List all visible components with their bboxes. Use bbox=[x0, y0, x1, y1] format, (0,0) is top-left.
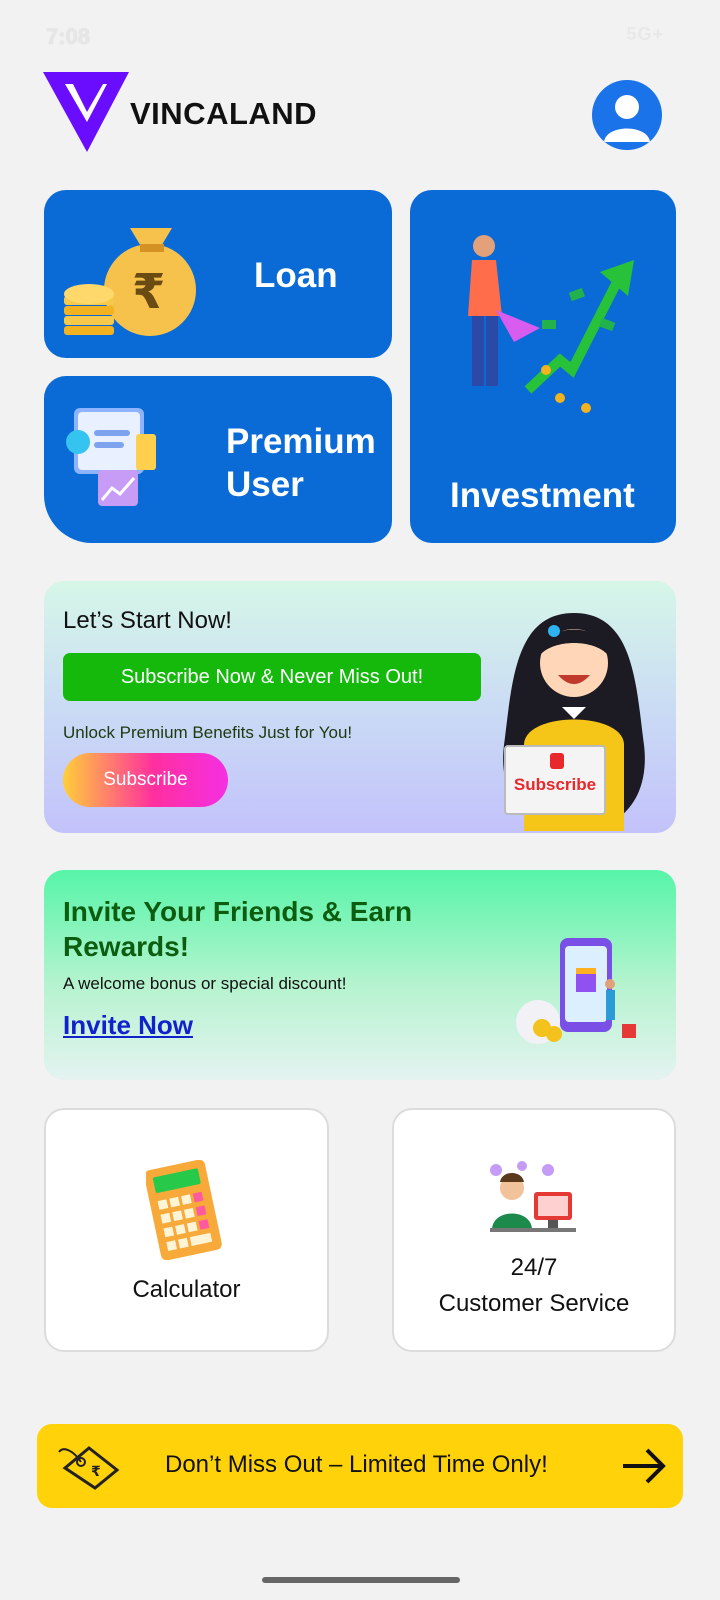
subscribe-tagline: Unlock Premium Benefits Just for You! bbox=[63, 723, 353, 742]
subscribe-now-button[interactable]: Subscribe Now & Never Miss Out! bbox=[63, 653, 481, 701]
customer-service-label: 24/7 Customer Service bbox=[394, 1250, 674, 1322]
status-network: 5G+ bbox=[626, 24, 664, 45]
calculator-card[interactable]: Calculator bbox=[44, 1108, 329, 1352]
status-bar: 7:08 5G+ bbox=[0, 0, 720, 80]
loan-label: Loan bbox=[254, 256, 338, 295]
subscribe-button[interactable]: Subscribe bbox=[63, 753, 228, 807]
subscribe-sign-text: Subscribe bbox=[513, 775, 597, 794]
svg-text:₹: ₹ bbox=[91, 1464, 101, 1480]
subscribe-sign: Subscribe bbox=[504, 745, 606, 815]
service-name: Customer Service bbox=[438, 1290, 630, 1317]
invite-subtitle: A welcome bonus or special discount! bbox=[63, 974, 347, 993]
subscribe-heading: Let’s Start Now! bbox=[63, 607, 232, 634]
customer-support-icon bbox=[490, 1161, 576, 1232]
invite-now-link[interactable]: Invite Now bbox=[63, 1010, 193, 1041]
investment-label: Investment bbox=[450, 476, 635, 515]
money-bag-icon: ₹ bbox=[64, 228, 196, 336]
thumbs-up-icon bbox=[550, 753, 564, 769]
price-tag-icon: ₹ bbox=[58, 1446, 120, 1490]
service-hours: 24/7 bbox=[510, 1254, 558, 1281]
subscribe-banner: Let’s Start Now! Subscribe Now & Never M… bbox=[44, 581, 676, 833]
investment-tile[interactable]: Investment bbox=[410, 190, 676, 543]
vincaland-logo-icon bbox=[43, 72, 129, 152]
network-type: 5G+ bbox=[626, 24, 664, 44]
brand-name: VINCALAND bbox=[130, 96, 318, 131]
profile-avatar-icon[interactable] bbox=[592, 80, 662, 150]
calculator-icon bbox=[146, 1160, 222, 1260]
dashboard-icon bbox=[66, 408, 156, 506]
gift-phone-illustration bbox=[514, 932, 654, 1048]
promo-text: Don’t Miss Out – Limited Time Only! bbox=[165, 1451, 548, 1478]
premium-user-tile[interactable]: Premium User bbox=[44, 376, 392, 543]
customer-service-card[interactable]: 24/7 Customer Service bbox=[392, 1108, 676, 1352]
arrow-right-icon bbox=[623, 1448, 666, 1484]
loan-tile[interactable]: ₹ Loan bbox=[44, 190, 392, 358]
investment-growth-icon bbox=[468, 235, 634, 413]
invite-title: Invite Your Friends & Earn Rewards! bbox=[63, 896, 413, 962]
invite-card: Invite Your Friends & Earn Rewards! A we… bbox=[44, 870, 676, 1080]
premium-label: Premium User bbox=[226, 422, 376, 504]
svg-text:₹: ₹ bbox=[132, 264, 165, 320]
home-indicator[interactable] bbox=[262, 1577, 460, 1583]
calculator-label: Calculator bbox=[132, 1276, 241, 1303]
limited-time-promo-banner[interactable]: ₹ Don’t Miss Out – Limited Time Only! bbox=[37, 1424, 683, 1508]
status-time: 7:08 bbox=[46, 24, 91, 49]
